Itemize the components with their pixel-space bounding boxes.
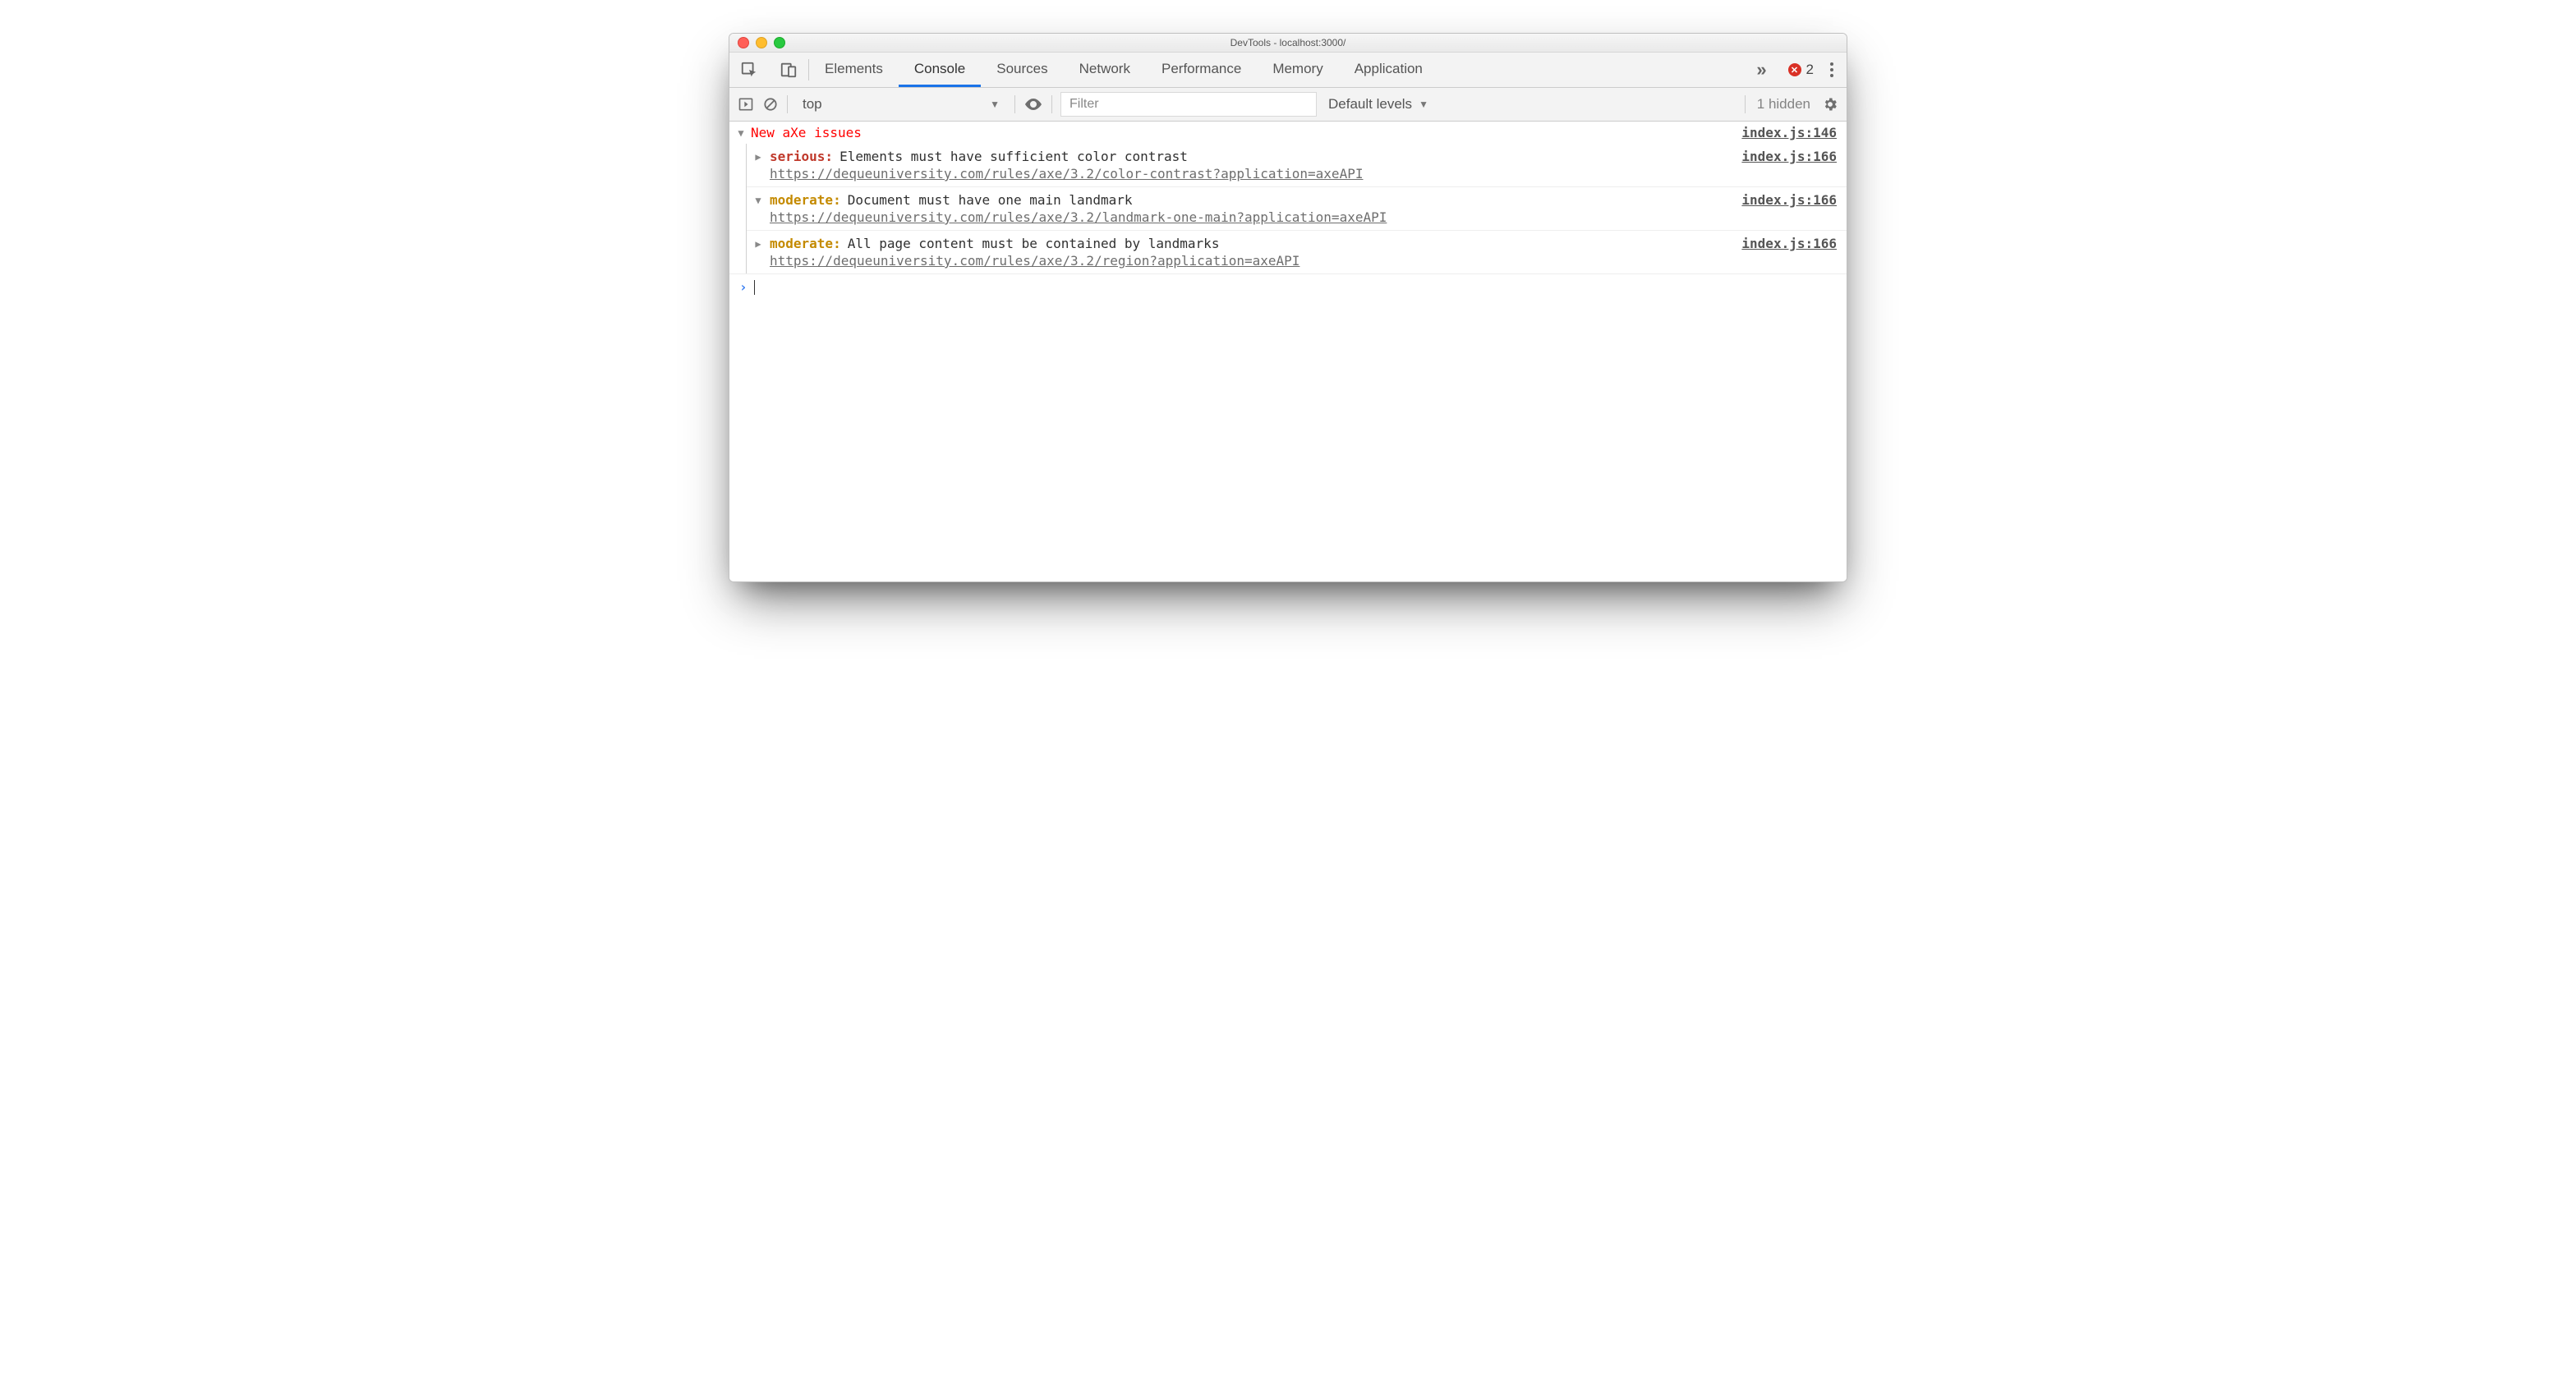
window-controls	[738, 37, 785, 48]
tab-application[interactable]: Application	[1339, 53, 1438, 87]
console-output: New aXe issues index.js:146 ▶ serious: E…	[729, 122, 1847, 581]
tab-memory[interactable]: Memory	[1257, 53, 1338, 87]
error-count-badge[interactable]: ✕ 2	[1788, 62, 1814, 78]
entry-url[interactable]: https://dequeuniversity.com/rules/axe/3.…	[753, 209, 1387, 225]
clear-console-button[interactable]	[762, 96, 779, 113]
source-link[interactable]: index.js:166	[1741, 192, 1837, 208]
levels-label: Default levels	[1328, 96, 1412, 113]
minimize-window-button[interactable]	[756, 37, 767, 48]
group-title: New aXe issues	[751, 125, 862, 140]
tab-console[interactable]: Console	[899, 53, 981, 87]
dropdown-triangle-icon: ▼	[1419, 99, 1428, 110]
severity-label: moderate:	[770, 236, 841, 251]
filter-input[interactable]	[1060, 92, 1317, 117]
tab-network[interactable]: Network	[1064, 53, 1146, 87]
separator	[1745, 95, 1746, 113]
kebab-dot	[1830, 62, 1833, 66]
toggle-sidebar-button[interactable]	[738, 96, 754, 113]
dropdown-triangle-icon: ▼	[990, 99, 1000, 110]
devtools-window: DevTools - localhost:3000/ Elements Con	[729, 33, 1847, 582]
inspect-icon	[740, 61, 758, 79]
disclosure-triangle-icon[interactable]: ▼	[753, 195, 763, 206]
severity-label: serious:	[770, 149, 833, 164]
context-selector[interactable]: top ▼	[796, 93, 1006, 116]
chevron-double-right-icon: »	[1756, 59, 1766, 80]
window-title: DevTools - localhost:3000/	[729, 37, 1847, 48]
entry-url[interactable]: https://dequeuniversity.com/rules/axe/3.…	[753, 166, 1363, 181]
console-toolbar: top ▼ Default levels ▼ 1 hidden	[729, 88, 1847, 122]
error-icon: ✕	[1788, 63, 1801, 76]
tab-performance[interactable]: Performance	[1146, 53, 1257, 87]
main-tabstrip: Elements Console Sources Network Perform…	[729, 53, 1847, 88]
more-tabs-button[interactable]: »	[1746, 53, 1778, 87]
separator	[787, 95, 788, 113]
text-cursor	[754, 280, 755, 295]
panel-tabs: Elements Console Sources Network Perform…	[809, 53, 1746, 87]
devtools-menu-button[interactable]	[1825, 59, 1838, 80]
separator	[1051, 95, 1052, 113]
inspect-element-button[interactable]	[729, 53, 769, 87]
prompt-chevron-icon: ›	[739, 279, 748, 295]
hidden-count[interactable]: 1 hidden	[1757, 96, 1810, 113]
console-entry[interactable]: ▼ moderate: Document must have one main …	[747, 186, 1847, 230]
console-group-entries: ▶ serious: Elements must have sufficient…	[746, 144, 1847, 273]
device-toolbar-button[interactable]	[769, 53, 808, 87]
console-entry[interactable]: ▶ moderate: All page content must be con…	[747, 230, 1847, 273]
entry-message: All page content must be contained by la…	[848, 236, 1220, 251]
console-prompt[interactable]: ›	[729, 273, 1847, 300]
disclosure-triangle-icon[interactable]: ▶	[753, 151, 763, 163]
console-settings-button[interactable]	[1822, 96, 1838, 113]
error-count: 2	[1806, 62, 1814, 78]
entry-url[interactable]: https://dequeuniversity.com/rules/axe/3.…	[753, 253, 1300, 269]
entry-message: Elements must have sufficient color cont…	[840, 149, 1188, 164]
toolbar-right: 1 hidden	[1745, 95, 1838, 113]
zoom-window-button[interactable]	[774, 37, 785, 48]
tab-elements[interactable]: Elements	[809, 53, 899, 87]
separator	[1014, 95, 1015, 113]
disclosure-triangle-icon[interactable]	[736, 127, 746, 139]
console-entry[interactable]: ▶ serious: Elements must have sufficient…	[747, 144, 1847, 186]
console-group-header[interactable]: New aXe issues index.js:146	[729, 122, 1847, 144]
live-expression-button[interactable]	[1024, 94, 1043, 114]
titlebar: DevTools - localhost:3000/	[729, 34, 1847, 53]
close-window-button[interactable]	[738, 37, 749, 48]
severity-label: moderate:	[770, 192, 841, 208]
disclosure-triangle-icon[interactable]: ▶	[753, 238, 763, 250]
source-link[interactable]: index.js:146	[1741, 125, 1837, 140]
tab-sources[interactable]: Sources	[981, 53, 1063, 87]
device-icon	[780, 61, 798, 79]
source-link[interactable]: index.js:166	[1741, 236, 1837, 251]
kebab-dot	[1830, 68, 1833, 71]
context-label: top	[803, 96, 822, 113]
entry-message: Document must have one main landmark	[848, 192, 1133, 208]
kebab-dot	[1830, 74, 1833, 77]
tabstrip-right: ✕ 2	[1778, 53, 1845, 87]
source-link[interactable]: index.js:166	[1741, 149, 1837, 164]
log-levels-selector[interactable]: Default levels ▼	[1328, 96, 1428, 113]
